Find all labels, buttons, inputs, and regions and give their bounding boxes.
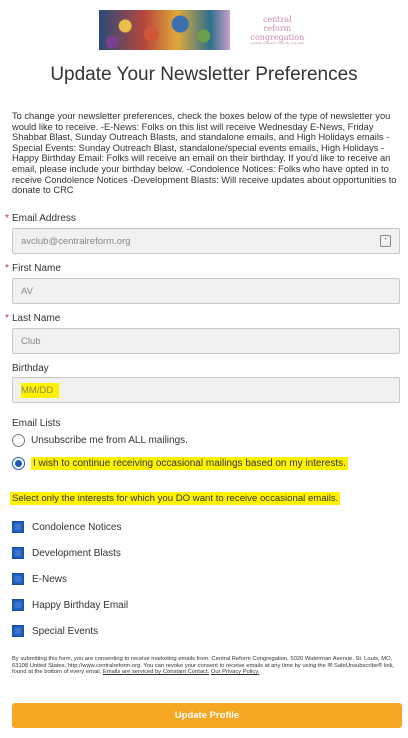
constant-contact-link[interactable]: Emails are serviced by Constant Contact.: [103, 669, 209, 675]
interest-happy-birthday-email[interactable]: Happy Birthday Email: [12, 599, 128, 611]
birthday-label: Birthday: [12, 363, 49, 374]
logo-artwork: [99, 10, 230, 50]
continue-mailings-option[interactable]: I wish to continue receiving occasional …: [12, 457, 348, 470]
logo-line-1: central: [263, 15, 292, 24]
checkbox-checked[interactable]: [12, 599, 24, 611]
interest-condolence-notices[interactable]: Condolence Notices: [12, 521, 122, 533]
unsubscribe-all-label: Unsubscribe me from ALL mailings.: [31, 435, 188, 446]
intro-text: To change your newsletter preferences, c…: [12, 111, 397, 196]
last-name-field[interactable]: Club: [12, 328, 400, 354]
autofill-key-icon: •: [380, 235, 391, 247]
interest-development-blasts[interactable]: Development Blasts: [12, 547, 121, 559]
first-name-field[interactable]: AV: [12, 278, 400, 304]
email-label: Email Address: [12, 213, 76, 224]
birthday-placeholder: MM/DD: [21, 382, 60, 398]
page-title: Update Your Newsletter Preferences: [50, 64, 358, 85]
logo-wordmark: central reform congregation a jewish com…: [238, 15, 317, 45]
interest-label: Happy Birthday Email: [32, 599, 129, 611]
email-value: avclub@centralreform.org: [21, 235, 131, 247]
birthday-field[interactable]: MM/DD: [12, 377, 400, 403]
logo-line-3: congregation: [250, 33, 305, 42]
interest-label: Condolence Notices: [32, 521, 122, 533]
checkbox-checked[interactable]: [12, 573, 24, 585]
update-profile-button[interactable]: Update Profile: [12, 703, 402, 728]
interest-label: E-News: [32, 573, 68, 585]
checkbox-checked[interactable]: [12, 547, 24, 559]
radio-unselected[interactable]: [12, 434, 25, 447]
first-name-value: AV: [21, 285, 33, 297]
required-marker: *: [5, 313, 9, 324]
email-lists-label: Email Lists: [12, 418, 61, 429]
interest-label: Development Blasts: [32, 547, 121, 559]
continue-mailings-label: I wish to continue receiving occasional …: [31, 457, 348, 470]
logo-line-2: reform: [263, 24, 292, 33]
logo-tagline: a jewish community of the city of st. lo…: [251, 42, 304, 45]
first-name-label: First Name: [12, 263, 61, 274]
checkbox-checked[interactable]: [12, 625, 24, 637]
checkbox-checked[interactable]: [12, 521, 24, 533]
interest-label: Special Events: [32, 625, 99, 637]
interests-prompt: Select only the interests for which you …: [10, 492, 341, 505]
interest-e-news[interactable]: E-News: [12, 573, 67, 585]
interest-special-events[interactable]: Special Events: [12, 625, 98, 637]
last-name-label: Last Name: [12, 313, 61, 324]
email-field[interactable]: avclub@centralreform.org •: [12, 228, 400, 254]
radio-selected[interactable]: [12, 457, 25, 470]
last-name-value: Club: [21, 335, 41, 347]
required-marker: *: [5, 263, 9, 274]
unsubscribe-all-option[interactable]: Unsubscribe me from ALL mailings.: [12, 434, 188, 447]
logo: central reform congregation a jewish com…: [99, 10, 317, 50]
consent-text: By submitting this form, you are consent…: [12, 656, 404, 676]
required-marker: *: [5, 213, 9, 224]
privacy-policy-link[interactable]: Our Privacy Policy.: [211, 669, 260, 675]
